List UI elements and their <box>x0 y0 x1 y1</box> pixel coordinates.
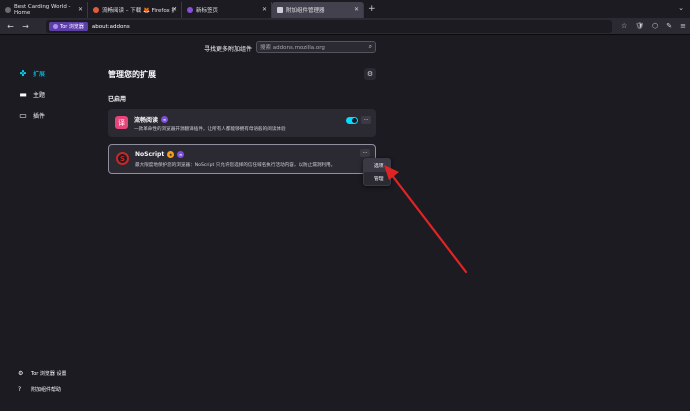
arrow-shaft <box>389 172 468 274</box>
arrow-head <box>384 165 399 180</box>
annotation-arrow <box>384 165 468 274</box>
